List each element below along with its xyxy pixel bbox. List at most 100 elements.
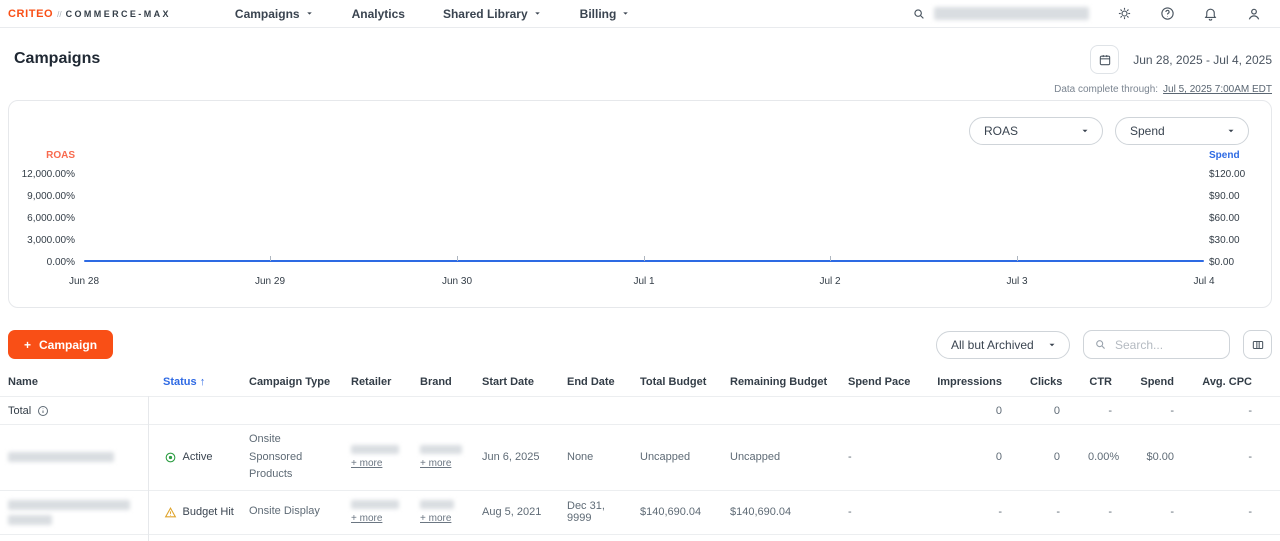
- table-row[interactable]: Active Onsite Sponsored Products + more …: [0, 425, 1280, 491]
- data-complete-link[interactable]: Jul 5, 2025 7:00AM EDT: [1163, 84, 1272, 95]
- total-ctr: -: [1088, 397, 1140, 425]
- x-axis-tickmark: [830, 256, 831, 261]
- campaign-type-cell: Onsite Sponsored Products: [234, 534, 336, 541]
- impressions-cell: -: [930, 490, 1030, 534]
- left-metric-select[interactable]: ROAS: [969, 117, 1103, 145]
- search-input[interactable]: [1115, 338, 1219, 352]
- status-badge: Active: [164, 451, 229, 464]
- col-clicks[interactable]: Clicks: [1030, 368, 1088, 397]
- remaining-budget-cell: $1,280,000.00: [715, 534, 833, 541]
- col-avg-cpc[interactable]: Avg. CPC: [1202, 368, 1280, 397]
- end-date-cell: None: [552, 425, 625, 491]
- gear-icon[interactable]: [1117, 6, 1132, 21]
- retailer-more-link[interactable]: + more: [351, 458, 382, 469]
- right-axis-tick: $60.00: [1209, 213, 1240, 224]
- col-campaign-type[interactable]: Campaign Type: [234, 368, 336, 397]
- col-spend[interactable]: Spend: [1140, 368, 1202, 397]
- nav-item-shared-library[interactable]: Shared Library: [443, 7, 542, 21]
- total-clicks: 0: [1030, 397, 1088, 425]
- remaining-budget-cell: $140,690.04: [715, 490, 833, 534]
- column-settings-button[interactable]: [1243, 330, 1272, 359]
- table-row[interactable]: Budget Hit Onsite Display + more + more …: [0, 490, 1280, 534]
- col-end-date[interactable]: End Date: [552, 368, 625, 397]
- status-filter-value: All but Archived: [951, 338, 1034, 352]
- redacted-campaign-name: [8, 452, 114, 462]
- sort-asc-icon: ↑: [200, 376, 206, 388]
- redacted-brand: [420, 445, 462, 454]
- status-label: Active: [183, 451, 213, 463]
- search-icon: [912, 7, 926, 21]
- right-metric-select[interactable]: Spend: [1115, 117, 1249, 145]
- left-axis-title: ROAS: [9, 150, 75, 161]
- col-start-date[interactable]: Start Date: [467, 368, 552, 397]
- col-impressions[interactable]: Impressions: [930, 368, 1030, 397]
- nav-label: Analytics: [352, 7, 405, 21]
- total-budget-cell: $1,280,000.00: [625, 534, 715, 541]
- redacted-campaign-name: [8, 515, 52, 525]
- status-filter-select[interactable]: All but Archived: [936, 331, 1070, 359]
- start-date-cell: Dec 31, 2029: [467, 534, 552, 541]
- x-axis-tickmark: [270, 256, 271, 261]
- spend-pace-cell: -: [833, 425, 930, 491]
- col-ctr[interactable]: CTR: [1088, 368, 1140, 397]
- col-total-budget[interactable]: Total Budget: [625, 368, 715, 397]
- campaigns-toolbar: + Campaign All but Archived: [8, 330, 1272, 359]
- campaign-name-cell[interactable]: [0, 490, 148, 534]
- data-complete-note: Data complete through:Jul 5, 2025 7:00AM…: [1054, 84, 1272, 95]
- table-row[interactable]: Scheduled Onsite Sponsored Products Dec …: [0, 534, 1280, 541]
- calendar-button[interactable]: [1090, 45, 1119, 74]
- date-range-value[interactable]: Jun 28, 2025 - Jul 4, 2025: [1133, 53, 1272, 67]
- add-campaign-button[interactable]: + Campaign: [8, 330, 113, 359]
- bell-icon[interactable]: [1203, 6, 1218, 21]
- retailer-more-link[interactable]: + more: [351, 513, 382, 524]
- brand-more-link[interactable]: + more: [420, 458, 451, 469]
- nav-item-analytics[interactable]: Analytics: [352, 7, 405, 21]
- nav-menu: Campaigns Analytics Shared Library Billi…: [235, 7, 630, 21]
- help-icon[interactable]: [1160, 6, 1175, 21]
- account-icon[interactable]: [1246, 6, 1262, 22]
- top-navigation: CRITEO // COMMERCE-MAX Campaigns Analyti…: [0, 0, 1280, 28]
- account-search[interactable]: [912, 7, 1089, 21]
- x-axis-label: Jun 28: [69, 276, 99, 287]
- x-axis-label: Jun 29: [255, 276, 285, 287]
- campaign-name-cell[interactable]: [0, 425, 148, 491]
- col-brand[interactable]: Brand: [405, 368, 467, 397]
- retailer-cell: + more: [336, 425, 405, 491]
- right-axis-tick: $90.00: [1209, 191, 1240, 202]
- clicks-cell: -: [1030, 534, 1088, 541]
- col-name[interactable]: Name: [0, 368, 148, 397]
- campaigns-table: Name Status ↑ Campaign Type Retailer Bra…: [0, 368, 1280, 541]
- nav-label: Campaigns: [235, 7, 300, 21]
- ctr-cell: 0.00%: [1088, 425, 1140, 491]
- col-status[interactable]: Status ↑: [148, 368, 234, 397]
- date-range-picker: Jun 28, 2025 - Jul 4, 2025: [1090, 45, 1272, 74]
- avg-cpc-cell: -: [1202, 425, 1280, 491]
- retailer-cell: + more: [336, 490, 405, 534]
- spend-pace-cell: -: [833, 534, 930, 541]
- brand-more-link[interactable]: + more: [420, 513, 451, 524]
- nav-item-campaigns[interactable]: Campaigns: [235, 7, 314, 21]
- total-budget-cell: Uncapped: [625, 425, 715, 491]
- end-date-cell: Dec 30, 2030: [552, 534, 625, 541]
- status-badge: Budget Hit: [164, 506, 229, 519]
- campaign-name-cell[interactable]: [0, 534, 148, 541]
- col-remaining-budget[interactable]: Remaining Budget: [715, 368, 833, 397]
- left-axis-tick: 12,000.00%: [9, 169, 75, 180]
- info-icon[interactable]: [37, 405, 49, 417]
- avg-cpc-cell: -: [1202, 534, 1280, 541]
- nav-item-billing[interactable]: Billing: [580, 7, 631, 21]
- criteo-logo[interactable]: CRITEO // COMMERCE-MAX: [8, 8, 171, 20]
- add-campaign-label: Campaign: [39, 338, 97, 352]
- col-retailer[interactable]: Retailer: [336, 368, 405, 397]
- spend-cell: -: [1140, 534, 1202, 541]
- x-axis-tickmark: [1017, 256, 1018, 261]
- col-spend-pace[interactable]: Spend Pace: [833, 368, 930, 397]
- right-axis-title: Spend: [1209, 150, 1240, 161]
- chevron-down-icon: [533, 9, 542, 18]
- left-axis-tick: 9,000.00%: [9, 191, 75, 202]
- x-axis-label: Jul 2: [819, 276, 840, 287]
- clicks-cell: -: [1030, 490, 1088, 534]
- nav-label: Shared Library: [443, 7, 528, 21]
- left-axis-tick: 6,000.00%: [9, 213, 75, 224]
- remaining-budget-cell: Uncapped: [715, 425, 833, 491]
